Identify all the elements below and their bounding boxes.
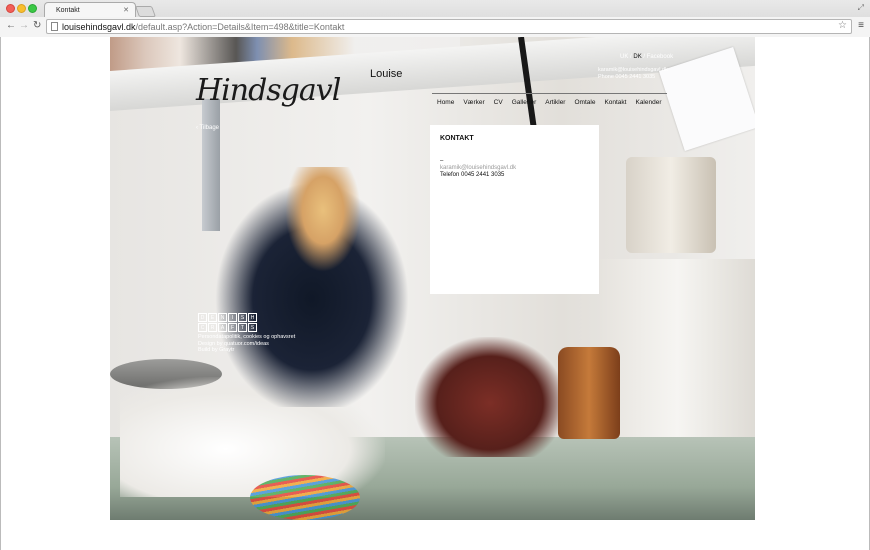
- badge-letter: S: [238, 313, 247, 322]
- logo-first-name[interactable]: Louise: [370, 68, 402, 80]
- lang-uk[interactable]: UK: [620, 54, 628, 60]
- badge-letter: D: [198, 313, 207, 322]
- back-link[interactable]: ‹ Tilbage: [196, 125, 219, 131]
- browser-toolbar: ← → ↻ louisehindsgavl.dk/default.asp?Act…: [0, 17, 870, 37]
- badge-letter: C: [198, 323, 207, 332]
- danish-crafts-badge-line1[interactable]: DENISH: [198, 313, 258, 322]
- main-nav: Home Værker CV Gallerier Artikler Omtale…: [432, 93, 667, 109]
- panel-email-link[interactable]: karamik@louisehindsgavl.dk: [440, 165, 516, 171]
- panel-dash: –: [440, 158, 444, 164]
- browser-chrome: Kontakt ✕ ⤢ ← → ↻ louisehindsgavl.dk/def…: [0, 0, 870, 37]
- nav-omtale[interactable]: Omtale: [574, 99, 595, 109]
- contact-panel: KONTAKT – karamik@louisehindsgavl.dk Tel…: [430, 125, 599, 294]
- badge-letter: F: [228, 323, 237, 332]
- plaster-bucket: [626, 157, 716, 253]
- badge-letter: T: [238, 323, 247, 332]
- nav-vaerker[interactable]: Værker: [463, 99, 484, 109]
- hero-photo: Louise Hindsgavl UK / DK / Facebook kara…: [110, 37, 755, 520]
- language-switcher: UK / DK / Facebook: [620, 54, 674, 60]
- tab-strip: Kontakt ✕ ⤢: [0, 0, 870, 18]
- minimize-window-button[interactable]: [17, 4, 26, 13]
- lang-dk[interactable]: DK: [633, 54, 641, 60]
- nav-cv[interactable]: CV: [494, 99, 503, 109]
- header-phone: Phone 0045 2441 3035: [598, 74, 656, 80]
- nav-kontakt[interactable]: Kontakt: [604, 99, 626, 109]
- forward-arrow-icon[interactable]: →: [19, 20, 29, 32]
- badge-letter: H: [248, 313, 257, 322]
- page-viewport: Louise Hindsgavl UK / DK / Facebook kara…: [0, 37, 870, 550]
- tab-kontakt[interactable]: Kontakt ✕: [44, 2, 136, 18]
- browser-menu-icon[interactable]: ≡: [858, 20, 864, 31]
- header-email[interactable]: karamik@louisehindsgavl.dk: [598, 67, 668, 74]
- url-text: louisehindsgavl.dk/default.asp?Action=De…: [62, 22, 344, 32]
- nav-gallerier[interactable]: Gallerier: [512, 99, 537, 109]
- badge-letter: S: [248, 323, 257, 332]
- colored-yarn: [250, 475, 360, 520]
- new-tab-button[interactable]: [134, 6, 157, 17]
- tab-title: Kontakt: [56, 7, 80, 14]
- nav-artikler[interactable]: Artikler: [545, 99, 565, 109]
- tab-close-icon[interactable]: ✕: [123, 6, 129, 14]
- danish-crafts-badge-line2[interactable]: CRAFTS: [198, 323, 258, 332]
- facebook-link[interactable]: Facebook: [647, 54, 673, 60]
- reload-icon[interactable]: ↻: [33, 20, 41, 32]
- panel-phone: Telefon 0045 2441 3035: [440, 172, 505, 178]
- glazed-jar: [558, 347, 620, 439]
- page-icon: [51, 22, 58, 31]
- panel-title: KONTAKT: [440, 135, 474, 142]
- privacy-link[interactable]: Persondatapolitik, cookies og ophavsret: [198, 334, 295, 341]
- site-footer: Persondatapolitik, cookies og ophavsret …: [198, 334, 295, 354]
- badge-letter: N: [218, 313, 227, 322]
- close-window-button[interactable]: [6, 4, 15, 13]
- badge-letter: A: [218, 323, 227, 332]
- ceramic-pigs: [415, 337, 565, 457]
- fullscreen-icon[interactable]: ⤢: [858, 3, 864, 13]
- badge-letter: E: [208, 313, 217, 322]
- back-arrow-icon[interactable]: ←: [6, 20, 16, 32]
- badge-letter: I: [228, 313, 237, 322]
- logo-last-name[interactable]: Hindsgavl: [196, 73, 341, 108]
- badge-letter: R: [208, 323, 217, 332]
- nav-home[interactable]: Home: [437, 99, 454, 109]
- header-contact: karamik@louisehindsgavl.dk Phone 0045 24…: [598, 67, 668, 81]
- address-bar[interactable]: louisehindsgavl.dk/default.asp?Action=De…: [46, 19, 852, 34]
- url-host: louisehindsgavl.dk: [62, 22, 136, 32]
- nav-kalender[interactable]: Kalender: [635, 99, 661, 109]
- build-credit[interactable]: Build by Graytr: [198, 347, 295, 354]
- url-path: /default.asp?Action=Details&Item=498&tit…: [135, 22, 345, 32]
- zoom-window-button[interactable]: [28, 4, 37, 13]
- artist-figure: [202, 167, 422, 407]
- bookmark-star-icon[interactable]: ☆: [838, 20, 847, 31]
